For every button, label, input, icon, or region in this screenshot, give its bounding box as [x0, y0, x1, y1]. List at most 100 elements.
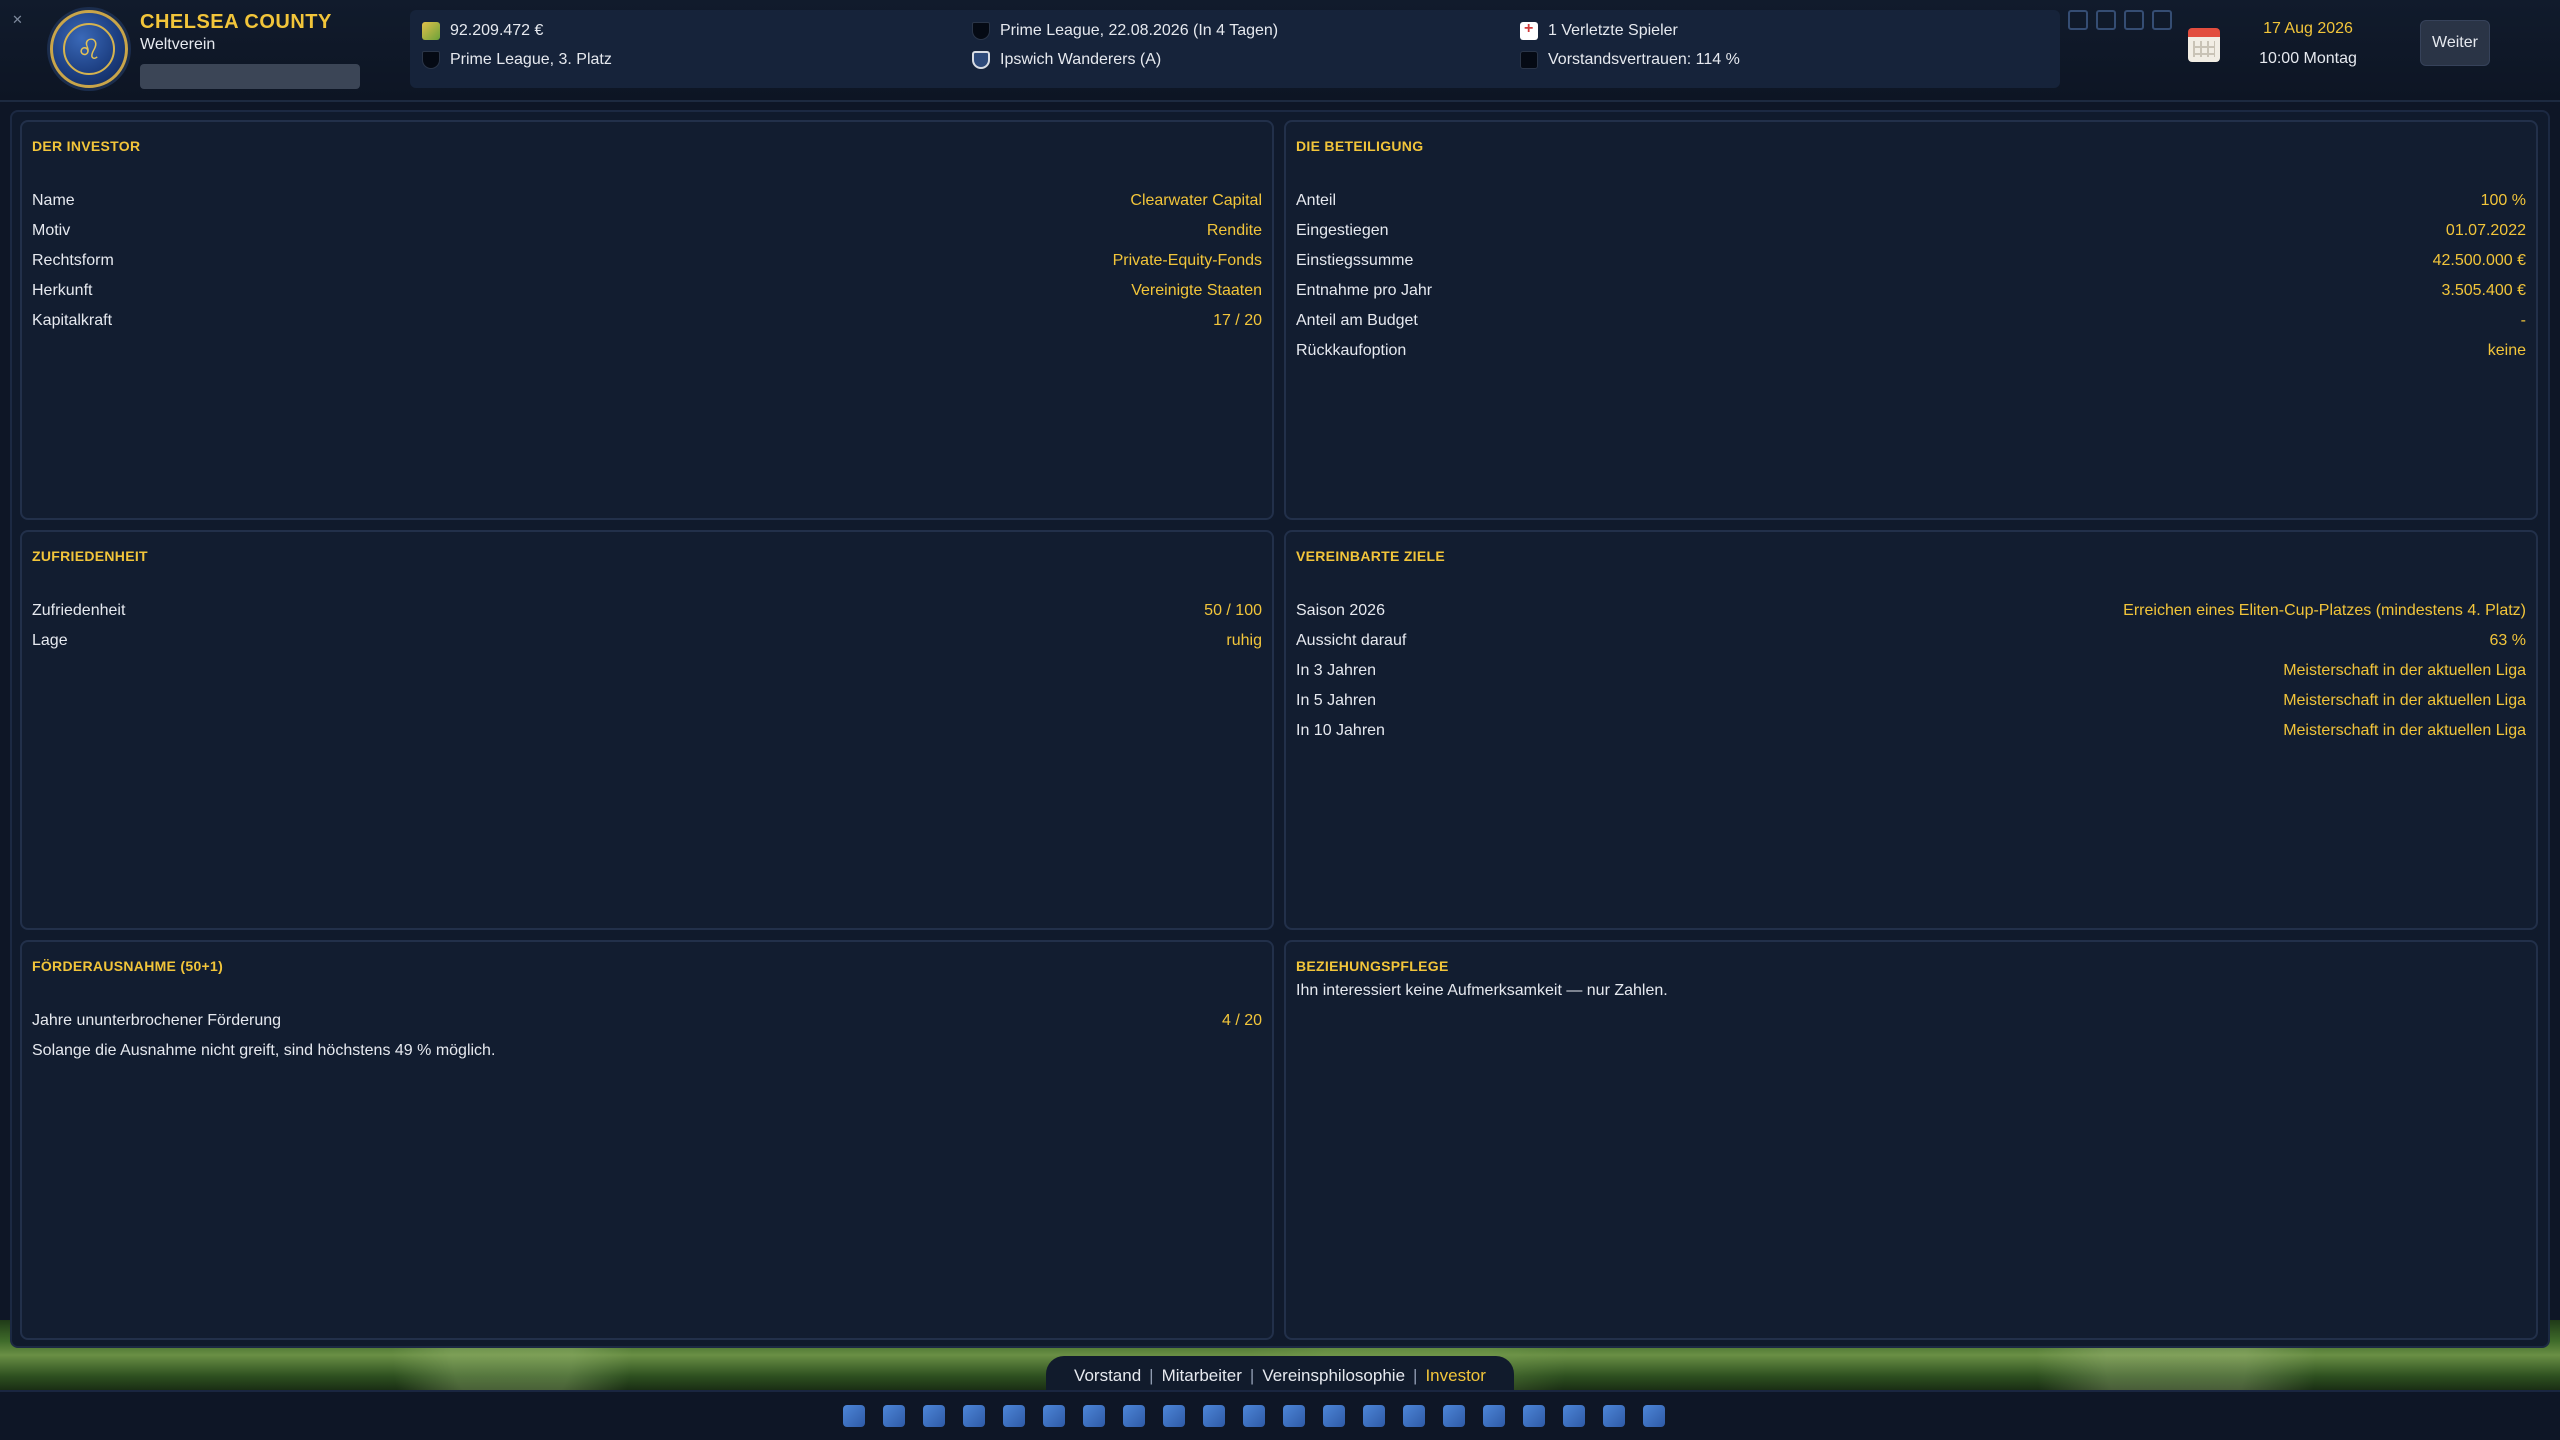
schedule-icon[interactable]: [1638, 1400, 1670, 1432]
money-info[interactable]: 92.209.472 €: [422, 22, 543, 40]
row-value: 4 / 20: [1221, 1012, 1262, 1029]
info-row: Entnahme pro Jahr 3.505.400 €: [1296, 276, 2526, 306]
calendar-grid-icon[interactable]: [1278, 1400, 1310, 1432]
cup-icon[interactable]: [1358, 1400, 1390, 1432]
staff-icon[interactable]: [1558, 1400, 1590, 1432]
club-progress-bar: [140, 64, 360, 89]
league-icon: [422, 51, 440, 69]
calendar-icon[interactable]: [2188, 28, 2220, 62]
exit-icon[interactable]: [2152, 10, 2172, 30]
row-key: Zufriedenheit: [32, 602, 126, 619]
menu-toggle-icon[interactable]: ✕: [12, 12, 28, 28]
panel-title: FÖRDERAUSNAHME (50+1): [32, 958, 224, 974]
info-row: Name Clearwater Capital: [32, 186, 1262, 216]
row-value: 100 %: [2480, 192, 2526, 209]
continue-button[interactable]: Weiter: [2420, 20, 2490, 66]
row-value: Meisterschaft in der aktuellen Liga: [2283, 722, 2526, 739]
club-subtitle: Weltverein: [140, 36, 216, 53]
next-match-info[interactable]: Prime League, 22.08.2026 (In 4 Tagen): [972, 22, 1278, 40]
row-value: Clearwater Capital: [1130, 192, 1262, 209]
row-key: In 10 Jahren: [1296, 722, 1385, 739]
panel-title: ZUFRIEDENHEIT: [32, 548, 148, 564]
briefcase-icon: [1520, 51, 1538, 69]
car-icon[interactable]: [1038, 1400, 1070, 1432]
info-row: Jahre ununterbrochener Förderung 4 / 20: [32, 1006, 1262, 1036]
manager-icon[interactable]: [1478, 1400, 1510, 1432]
panel-investor: DER INVESTOR Name Clearwater Capital Mot…: [20, 120, 1274, 520]
toolbar-icons: [838, 1400, 1670, 1432]
info-row: Eingestiegen 01.07.2022: [1296, 216, 2526, 246]
row-key: Rechtsform: [32, 252, 114, 269]
info-row: Zufriedenheit 50 / 100: [32, 596, 1262, 626]
info-row: In 3 Jahren Meisterschaft in der aktuell…: [1296, 656, 2526, 686]
row-value: 50 / 100: [1204, 602, 1262, 619]
row-key: Herkunft: [32, 282, 93, 299]
row-key: Lage: [32, 632, 68, 649]
opponent-info[interactable]: Ipswich Wanderers (A): [972, 51, 1161, 69]
club-crest[interactable]: ♌: [50, 10, 128, 88]
stats-icon[interactable]: [1238, 1400, 1270, 1432]
info-row: Einstiegssumme 42.500.000 €: [1296, 246, 2526, 276]
row-value: keine: [2487, 342, 2526, 359]
coach-icon[interactable]: [1118, 1400, 1150, 1432]
row-key: Eingestiegen: [1296, 222, 1389, 239]
row-value: Meisterschaft in der aktuellen Liga: [2283, 662, 2526, 679]
row-value: Meisterschaft in der aktuellen Liga: [2283, 692, 2526, 709]
info-box: 92.209.472 € Prime League, 3. Platz Prim…: [410, 10, 2060, 88]
relations-note: Ihn interessiert keine Aufmerksamkeit — …: [1296, 982, 1668, 999]
player-icon[interactable]: [958, 1400, 990, 1432]
board-trust-info[interactable]: Vorstandsvertrauen: 114 %: [1520, 51, 1740, 69]
row-value: 01.07.2022: [2445, 222, 2526, 239]
mail-icon[interactable]: [1438, 1400, 1470, 1432]
bar-chart-icon[interactable]: [1598, 1400, 1630, 1432]
scout-icon[interactable]: [1518, 1400, 1550, 1432]
row-value: -: [2520, 312, 2526, 329]
building-icon[interactable]: [1078, 1400, 1110, 1432]
injuries-count: 1 Verletzte Spieler: [1548, 22, 1678, 39]
money-value: 92.209.472 €: [450, 22, 544, 39]
row-value: ruhig: [1226, 632, 1262, 649]
board-trust: Vorstandsvertrauen: 114 %: [1548, 51, 1740, 68]
trophy-icon[interactable]: [1318, 1400, 1350, 1432]
league-position: Prime League, 3. Platz: [450, 51, 612, 68]
row-key: Rückkaufoption: [1296, 342, 1407, 359]
tab-investor[interactable]: Investor: [1417, 1366, 1493, 1386]
injuries-info[interactable]: 1 Verletzte Spieler: [1520, 20, 1678, 40]
row-key: Anteil am Budget: [1296, 312, 1418, 329]
medical-icon[interactable]: [998, 1400, 1030, 1432]
notepad-icon[interactable]: [1158, 1400, 1190, 1432]
main-content: DER INVESTOR Name Clearwater Capital Mot…: [10, 110, 2550, 1348]
row-key: In 5 Jahren: [1296, 692, 1377, 709]
info-row: Anteil am Budget -: [1296, 306, 2526, 336]
info-row: In 10 Jahren Meisterschaft in der aktuel…: [1296, 716, 2526, 746]
tab-vorstand[interactable]: Vorstand: [1066, 1366, 1149, 1386]
row-key: Motiv: [32, 222, 71, 239]
row-key: Aussicht darauf: [1296, 632, 1407, 649]
row-value: Erreichen eines Eliten-Cup-Platzes (mind…: [2123, 602, 2526, 619]
league-icon: [972, 22, 990, 40]
row-key: Kapitalkraft: [32, 312, 113, 329]
row-key: Saison 2026: [1296, 602, 1385, 619]
current-time: 10:00 Montag: [2259, 50, 2357, 67]
bottom-toolbar: [0, 1390, 2560, 1440]
row-key: In 3 Jahren: [1296, 662, 1377, 679]
tab-vereinsphilosophie[interactable]: Vereinsphilosophie: [1254, 1366, 1413, 1386]
row-key: Jahre ununterbrochener Förderung: [32, 1012, 282, 1029]
edit-icon[interactable]: [2068, 10, 2088, 30]
row-key: Entnahme pro Jahr: [1296, 282, 1433, 299]
tab-mitarbeiter[interactable]: Mitarbeiter: [1154, 1366, 1250, 1386]
club-name: CHELSEA COUNTY: [140, 11, 332, 33]
panel-title: DER INVESTOR: [32, 138, 141, 154]
save-icon[interactable]: [2124, 10, 2144, 30]
search-icon[interactable]: [918, 1400, 950, 1432]
settings-people-icon[interactable]: [878, 1400, 910, 1432]
handshake-icon[interactable]: [1198, 1400, 1230, 1432]
gear-icon[interactable]: [2096, 10, 2116, 30]
info-row: Rechtsform Private-Equity-Fonds: [32, 246, 1262, 276]
panel-goals: VEREINBARTE ZIELE Saison 2026 Erreichen …: [1284, 530, 2538, 930]
stars-icon[interactable]: [1398, 1400, 1430, 1432]
info-row: Lage ruhig: [32, 626, 1262, 656]
league-position-info[interactable]: Prime League, 3. Platz: [422, 51, 612, 69]
info-row: Aussicht darauf 63 %: [1296, 626, 2526, 656]
clipboard-icon[interactable]: [838, 1400, 870, 1432]
